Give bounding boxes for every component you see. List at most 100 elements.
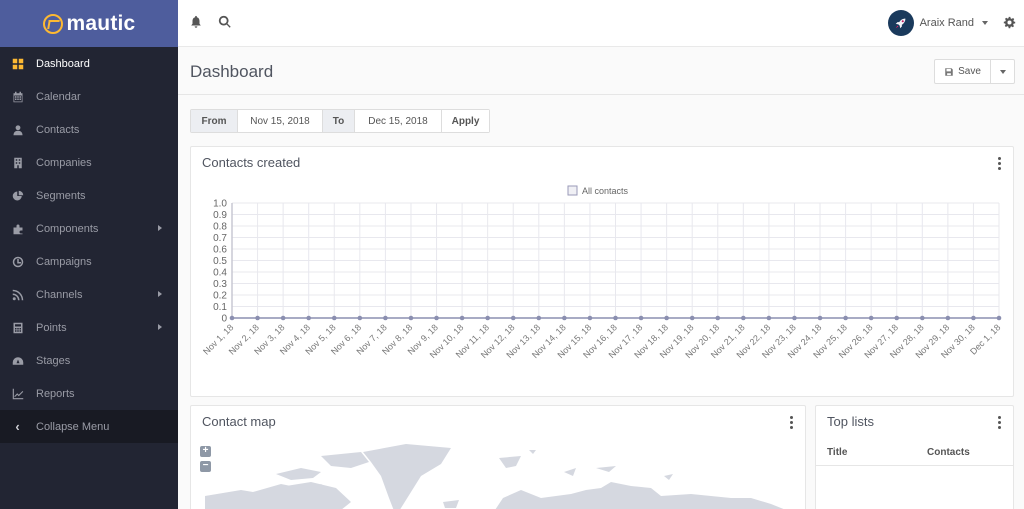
y-tick-label: 0.9 [213,210,227,221]
data-point[interactable] [715,315,721,321]
sidebar-item-calendar[interactable]: Calendar [0,80,178,113]
contacts-created-widget: Contacts created All contacts 1.0 0.9 0.8 0.… [190,146,1014,397]
sidebar-item-points[interactable]: Points [0,311,178,344]
caret-down-icon [982,21,988,25]
sidebar-item-companies[interactable]: Companies [0,146,178,179]
column-header-contacts: Contacts [927,447,970,458]
data-point[interactable] [996,315,1002,321]
data-point[interactable] [817,315,823,321]
building-icon [11,156,24,169]
contact-map-widget: Contact map + − [190,405,806,509]
data-point[interactable] [562,315,567,321]
save-options-dropdown[interactable] [991,59,1015,84]
data-point[interactable] [920,315,925,321]
sidebar-item-label: Calendar [36,90,81,103]
data-point[interactable] [331,315,337,321]
user-name: Araix Rand [919,17,974,29]
widget-menu-icon[interactable] [996,416,1002,430]
legend-swatch[interactable] [567,185,578,196]
data-point[interactable] [638,315,644,321]
clock-icon [11,255,24,268]
sidebar-item-reports[interactable]: Reports [0,377,178,410]
page-title: Dashboard [190,62,274,81]
data-point[interactable] [485,315,490,321]
data-point[interactable] [434,315,439,321]
data-point[interactable] [459,315,465,321]
mautic-logo[interactable]: mautic [42,11,136,36]
y-tick-label: 0.5 [213,256,227,267]
sidebar-item-label: Campaigns [36,255,92,268]
data-point[interactable] [280,315,286,321]
data-point[interactable] [843,315,848,321]
world-map[interactable] [191,406,806,509]
data-point[interactable] [357,315,363,321]
map-zoom-in-button[interactable]: + [200,446,211,457]
data-point[interactable] [613,315,618,321]
bell-icon[interactable] [189,15,205,31]
map-region-novaya-zemlya [564,466,673,480]
y-tick-label: 0.7 [213,233,227,244]
column-header-title: Title [827,447,848,458]
data-point[interactable] [792,315,797,321]
gear-icon[interactable] [1003,16,1016,29]
date-range-filter: From Nov 15, 2018 To Dec 15, 2018 Apply [190,109,490,133]
data-point[interactable] [587,315,593,321]
user-menu[interactable]: Araix Rand [887,10,988,36]
data-point[interactable] [971,315,976,321]
rss-icon [11,288,24,301]
data-point[interactable] [408,315,414,321]
dashboard-icon [11,57,24,70]
user-icon [11,123,24,136]
collapse-menu-label: Collapse Menu [36,420,110,433]
data-point[interactable] [383,315,388,321]
chevron-left-icon: ‹ [15,419,20,434]
data-point[interactable] [868,315,874,321]
y-tick-label: 0.2 [213,291,227,302]
avatar [887,10,914,36]
search-icon[interactable] [218,15,234,31]
sidebar-item-campaigns[interactable]: Campaigns [0,245,178,278]
top-lists-widget: Top lists Title Contacts [815,405,1014,509]
from-date-input[interactable]: Nov 15, 2018 [237,110,322,132]
apply-button[interactable]: Apply [441,110,489,132]
data-point[interactable] [945,315,951,321]
data-point[interactable] [306,315,311,321]
map-region-eurasia [495,482,784,509]
collapse-menu-button[interactable]: ‹ Collapse Menu [0,410,178,443]
sidebar-item-contacts[interactable]: Contacts [0,113,178,146]
sidebar-item-dashboard[interactable]: Dashboard [0,47,178,80]
data-point[interactable] [741,315,746,321]
sidebar-item-label: Segments [36,189,86,202]
sidebar-item-components[interactable]: Components [0,212,178,245]
sidebar-item-segments[interactable]: Segments [0,179,178,212]
y-tick-label: 0.3 [213,279,227,290]
y-tick-label: 0.1 [213,302,227,313]
brand-name: mautic [66,11,136,35]
brand-header: mautic [0,0,178,47]
sidebar-item-stages[interactable]: Stages [0,344,178,377]
to-date-input[interactable]: Dec 15, 2018 [354,110,441,132]
sidebar-item-channels[interactable]: Channels [0,278,178,311]
data-point[interactable] [894,315,900,321]
rocket-icon [895,18,905,29]
caret-right-icon [158,324,162,330]
save-button[interactable]: Save [934,59,991,84]
map-zoom-out-button[interactable]: − [200,461,211,472]
data-point[interactable] [255,315,260,321]
data-point[interactable] [536,315,542,321]
data-point[interactable] [510,315,516,321]
mautic-logo-icon [42,13,63,34]
tachometer-icon [11,354,24,367]
calculator-icon [11,321,24,334]
widget-title: Top lists [827,414,874,429]
data-point[interactable] [766,315,772,321]
data-point[interactable] [664,315,669,321]
data-point[interactable] [689,315,695,321]
map-region-greenland [363,444,451,509]
map-region-svalbard [499,450,536,468]
caret-right-icon [158,225,162,231]
sidebar-item-label: Points [36,321,67,334]
pie-chart-icon [11,189,24,202]
data-point[interactable] [229,315,235,321]
legend-label: All contacts [582,186,629,196]
